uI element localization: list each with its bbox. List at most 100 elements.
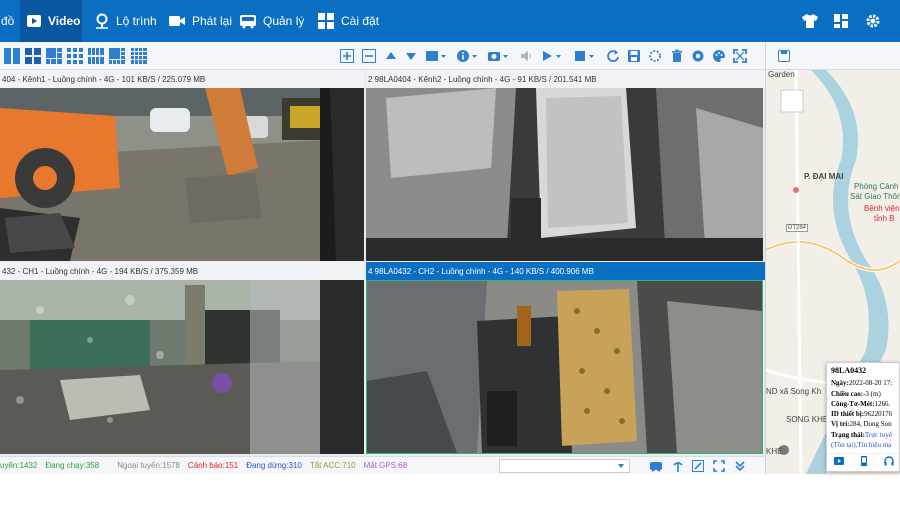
layout-2x4-icon[interactable]	[88, 48, 104, 64]
nav-video[interactable]: Video	[20, 0, 82, 42]
video-icon	[26, 13, 42, 29]
layout-1plus5-icon[interactable]	[46, 48, 62, 64]
collapse-down-icon[interactable]	[734, 460, 746, 474]
status-running[interactable]: Đang chạy:358	[45, 461, 99, 470]
palette-icon[interactable]	[712, 48, 726, 64]
pane-1-header[interactable]: 404 - Kênh1 - Luồng chính - 4G - 101 KB/…	[0, 70, 364, 88]
popup-row-height: Chiều cao:-3 (m)	[831, 389, 895, 399]
popup-key-odometer: Công-Tơ-Mét:	[831, 399, 875, 408]
popup-plate: 98LA0432	[831, 366, 867, 375]
popup-row-odometer: Công-Tơ-Mét:1266.	[831, 399, 895, 409]
vehicle-list-icon[interactable]	[650, 460, 662, 474]
trash-icon[interactable]	[670, 48, 684, 64]
status-online[interactable]: uyến:1432	[0, 461, 37, 470]
popup-video-icon[interactable]	[834, 456, 845, 469]
nav-map[interactable]: đồ	[0, 0, 20, 42]
fullscreen-icon[interactable]	[733, 48, 747, 64]
edit-icon[interactable]	[692, 460, 704, 474]
window-dropdown-icon[interactable]	[425, 48, 447, 64]
layout-3x3-icon[interactable]	[67, 48, 83, 64]
popup-val-location: 284, Dong Son	[849, 420, 892, 429]
video-pane-3[interactable]	[0, 280, 364, 454]
popup-key-device: ID thiết bị:	[831, 410, 865, 419]
top-nav: đồ Video Lộ trình Phát lại Quản lý Cài đ…	[0, 0, 900, 42]
popup-key-date: Ngày:	[831, 379, 849, 388]
nav-manage[interactable]: Quản lý	[239, 0, 304, 42]
video-pane-1[interactable]	[0, 88, 364, 261]
popup-key-state: Trạng thái:	[831, 430, 865, 439]
nav-playback[interactable]: Phát lại	[168, 0, 232, 42]
video-pane-2[interactable]	[366, 88, 763, 261]
speaker-icon[interactable]	[519, 48, 533, 64]
vehicle-popup[interactable]: 98LA0432 Ngày:2022-08-20 17: Chiều cao:-…	[826, 362, 900, 472]
popup-row-location: Vị trí:284, Dong Son	[831, 419, 895, 429]
video-toolbar	[0, 42, 765, 70]
map-save-icon[interactable]	[778, 50, 790, 65]
map-label-ward: ND xã Song Kh	[766, 387, 822, 396]
nav-settings[interactable]: Cài đặt	[317, 0, 379, 42]
popup-row-date: Ngày:2022-08-20 17:	[831, 378, 895, 388]
status-select[interactable]	[499, 459, 630, 473]
popup-row-state: Trạng thái:Trực tuyế	[831, 430, 895, 440]
nav-settings-label: Cài đặt	[341, 14, 380, 28]
minus-icon[interactable]	[362, 48, 376, 64]
flower-settings-icon[interactable]	[691, 48, 705, 64]
status-alert[interactable]: Cảnh báo:151	[188, 461, 238, 470]
nav-manage-label: Quản lý	[263, 14, 305, 28]
map-label-police-2: Sát Giao Thông	[850, 192, 900, 201]
bus-icon	[239, 13, 257, 29]
status-acc-off[interactable]: Tắt ACC:710	[310, 461, 356, 470]
grid-settings-icon	[317, 12, 335, 30]
save-icon[interactable]	[627, 48, 641, 64]
triangle-down-icon[interactable]	[404, 48, 418, 64]
refresh-icon[interactable]	[606, 48, 620, 64]
map-label-songkhe: SONG KHE	[786, 415, 829, 424]
stop-dropdown-icon[interactable]	[573, 48, 597, 64]
nav-route[interactable]: Lộ trình	[94, 0, 157, 42]
layout-1plus7-icon[interactable]	[109, 48, 125, 64]
pane-2-header[interactable]: 2 98LA0404 - Kênh2 - Luồng chính - 4G - …	[366, 70, 765, 88]
pane-4-header[interactable]: 4 98LA0432 - CH2 - Luồng chính - 4G - 14…	[366, 262, 765, 280]
pane-2-feed	[366, 88, 763, 261]
popup-val-date: 2022-08-20 17:	[848, 379, 893, 388]
layout-4x4-icon[interactable]	[131, 48, 147, 64]
route-pin-icon	[94, 13, 110, 29]
nav-video-label: Video	[48, 14, 81, 28]
nav-map-label: đồ	[1, 14, 15, 28]
map-label-road: DT284	[786, 224, 809, 232]
dashboard-icon[interactable]	[833, 0, 849, 42]
map-label-hospital-2: tỉnh B	[874, 214, 895, 223]
nav-playback-label: Phát lại	[192, 14, 233, 28]
expand-icon[interactable]	[713, 460, 725, 474]
chevron-down-icon	[617, 462, 625, 472]
gear-icon[interactable]	[865, 0, 881, 42]
pane-3-header[interactable]: 432 - CH1 - Luồng chính - 4G - 194 KB/S …	[0, 262, 364, 280]
map-header	[766, 42, 900, 70]
shirt-icon[interactable]	[801, 0, 819, 42]
layout-1x2-icon[interactable]	[4, 48, 20, 64]
popup-val-state: Trực tuyế	[864, 430, 892, 439]
popup-extra: (Tồn tại),Tín hiệu mạ	[831, 441, 892, 450]
play-dropdown-icon[interactable]	[540, 48, 564, 64]
layout-2x2-icon[interactable]	[25, 48, 41, 64]
signal-icon[interactable]	[672, 460, 684, 474]
pane-3-feed	[0, 280, 364, 454]
pane-2-title: 2 98LA0404 - Kênh2 - Luồng chính - 4G - …	[368, 74, 597, 84]
popup-val-height: -3 (m)	[863, 389, 881, 398]
pane-1-feed	[0, 88, 364, 261]
map-label-khe: KHÊ	[766, 447, 783, 456]
popup-key-location: Vị trí:	[831, 420, 850, 429]
status-gps-lost[interactable]: Mất GPS:68	[364, 461, 408, 470]
camera-icon	[168, 13, 186, 29]
triangle-up-icon[interactable]	[384, 48, 398, 64]
plus-icon[interactable]	[340, 48, 354, 64]
status-stopped[interactable]: Đang dừng:310	[246, 461, 302, 470]
snapshot-dropdown-icon[interactable]	[487, 48, 511, 64]
loading-icon[interactable]	[648, 48, 662, 64]
popup-row-device: ID thiết bị:96220176	[831, 409, 895, 419]
popup-device-icon[interactable]	[859, 455, 869, 469]
status-offline[interactable]: Ngoại tuyến:1578	[117, 461, 180, 470]
popup-headset-icon[interactable]	[883, 456, 894, 469]
video-pane-4[interactable]	[366, 280, 763, 454]
info-dropdown-icon[interactable]	[456, 48, 480, 64]
